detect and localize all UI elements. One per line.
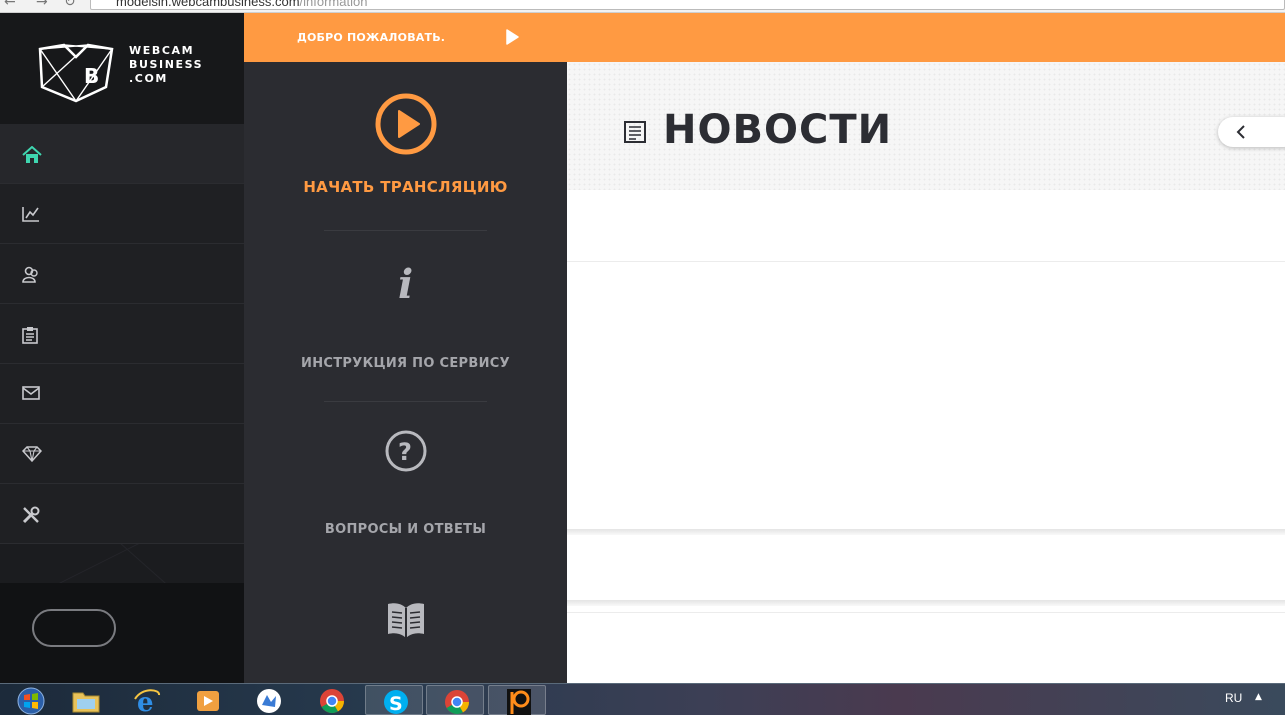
question-circle-icon: ? (385, 430, 426, 472)
svg-text:e: e (137, 688, 154, 715)
url-path: /information (299, 0, 368, 9)
svg-text:i: i (398, 261, 413, 304)
app-icon (257, 689, 281, 713)
logo-letter: B (84, 64, 99, 88)
svg-text:S: S (389, 693, 403, 715)
sidebar-bottom (0, 583, 244, 683)
sidebar-pill-button[interactable] (32, 609, 116, 647)
taskbar-explorer[interactable] (56, 685, 114, 715)
tray-expand-icon[interactable]: ▲ (1255, 692, 1262, 702)
back-icon[interactable]: ← (4, 0, 16, 10)
chevron-left-icon (1236, 125, 1245, 139)
browser-address-strip: ← → ↻ modelsin.webcambusiness.com/inform… (0, 0, 1285, 13)
play-icon[interactable] (505, 29, 519, 45)
sidebar-item-settings[interactable] (0, 484, 244, 544)
mail-icon (22, 386, 40, 400)
taskbar-ie[interactable]: e (117, 685, 175, 715)
taskbar-chrome-1[interactable] (302, 685, 360, 715)
divider (567, 261, 1285, 262)
tools-icon (22, 506, 40, 524)
card-shadow (567, 600, 1285, 606)
recorder-icon (507, 689, 531, 715)
separator (324, 230, 487, 231)
reload-icon[interactable]: ↻ (64, 0, 76, 10)
url-host: modelsin.webcambusiness.com (116, 0, 300, 9)
logo-emblem-icon: B (38, 43, 114, 103)
separator (324, 401, 487, 402)
sidebar-item-premium[interactable] (0, 424, 244, 484)
sidebar-item-tasks[interactable] (0, 304, 244, 364)
logo-text: WEBCAM BUSINESS .COM (129, 44, 203, 86)
divider (567, 612, 1285, 613)
welcome-text: ДОБРО ПОЖАЛОВАТЬ. (297, 31, 446, 44)
diamond-icon (22, 446, 42, 462)
language-indicator[interactable]: RU (1225, 691, 1242, 705)
home-icon (22, 146, 42, 163)
sidebar: B WEBCAM BUSINESS .COM (0, 13, 244, 683)
media-player-icon (197, 691, 219, 711)
start-stream-item[interactable]: НАЧАТЬ ТРАНСЛЯЦИЮ (244, 92, 567, 196)
faq-item[interactable]: ? ВОПРОСЫ И ОТВЕТЫ (244, 428, 567, 537)
ie-icon: e (134, 688, 160, 715)
svg-text:?: ? (398, 438, 412, 466)
users-icon (22, 266, 38, 283)
clipboard-icon (22, 327, 38, 344)
taskbar-skype[interactable]: S (365, 685, 423, 715)
faq-label: ВОПРОСЫ И ОТВЕТЫ (324, 522, 487, 537)
chrome-icon (320, 689, 344, 714)
taskbar-media[interactable] (178, 685, 236, 715)
logo-line-3: .COM (129, 72, 168, 85)
newspaper-icon (624, 121, 646, 143)
card-shadow (567, 529, 1285, 535)
chart-icon (22, 207, 39, 222)
windows-taskbar: e S RU ▲ (0, 683, 1285, 715)
instructions-item[interactable]: i ИНСТРУКЦИЯ ПО СЕРВИСУ (244, 260, 567, 371)
info-icon: i (398, 261, 413, 308)
play-circle-icon (375, 93, 436, 155)
quick-actions-panel: НАЧАТЬ ТРАНСЛЯЦИЮ i ИНСТРУКЦИЯ ПО СЕРВИС… (244, 62, 567, 683)
taskbar-recorder[interactable] (488, 685, 546, 715)
guide-item[interactable] (244, 600, 567, 644)
top-bar: ДОБРО ПОЖАЛОВАТЬ. (244, 13, 1285, 62)
instructions-label: ИНСТРУКЦИЯ ПО СЕРВИСУ (301, 356, 510, 371)
page-title: НОВОСТИ (663, 107, 893, 153)
taskbar-app[interactable] (239, 685, 297, 715)
address-text: modelsin.webcambusiness.com/information (116, 0, 367, 9)
app-root: ← → ↻ modelsin.webcambusiness.com/inform… (0, 0, 1285, 715)
main-content: НОВОСТИ (567, 62, 1285, 683)
sidebar-item-home[interactable] (0, 124, 244, 184)
skype-icon: S (384, 690, 408, 715)
folder-icon (72, 692, 100, 713)
sidebar-item-messages[interactable] (0, 364, 244, 424)
taskbar-chrome-2[interactable] (426, 685, 484, 715)
collapse-button[interactable] (1218, 117, 1285, 147)
logo-line-2: BUSINESS (129, 58, 204, 71)
logo-line-1: WEBCAM (129, 44, 195, 57)
start-stream-label: НАЧАТЬ ТРАНСЛЯЦИЮ (303, 178, 508, 196)
sidebar-item-users[interactable] (0, 244, 244, 304)
start-button[interactable] (0, 685, 58, 715)
book-icon (387, 603, 424, 638)
forward-icon[interactable]: → (36, 0, 48, 10)
logo[interactable]: B WEBCAM BUSINESS .COM (0, 13, 244, 124)
sidebar-nav (0, 124, 244, 544)
windows-start-icon (17, 687, 45, 715)
chrome-icon (445, 690, 469, 715)
sidebar-item-stats[interactable] (0, 184, 244, 244)
page-header: НОВОСТИ (567, 62, 1285, 190)
